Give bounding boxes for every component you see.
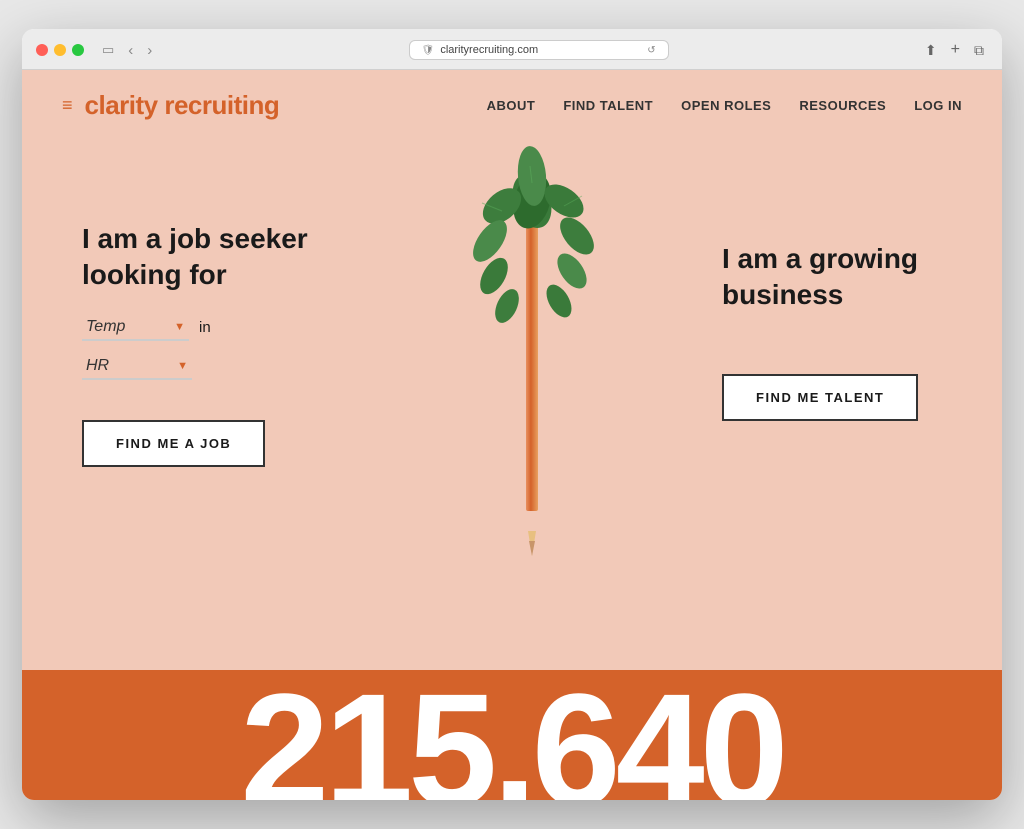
nav-open-roles[interactable]: OPEN ROLES xyxy=(681,98,771,113)
forward-button[interactable]: › xyxy=(143,40,156,61)
in-label: in xyxy=(199,319,211,336)
hero-left: I am a job seeker looking for Temp Perma… xyxy=(22,161,362,507)
window-button[interactable]: ▭ xyxy=(98,40,118,60)
stats-number: 215,640 xyxy=(240,670,783,800)
orange-section: 215,640 xyxy=(22,670,1002,800)
traffic-lights xyxy=(36,44,84,56)
share-button[interactable]: ⬆ xyxy=(921,40,941,61)
site-logo[interactable]: clarity recruiting xyxy=(85,90,280,121)
close-button[interactable] xyxy=(36,44,48,56)
hamburger-icon[interactable]: ≡ xyxy=(62,95,73,116)
hero-right: I am a growing business FIND ME TALENT xyxy=(702,161,1002,461)
browser-controls: ▭ ‹ › xyxy=(98,40,156,61)
hero-section: I am a job seeker looking for Temp Perma… xyxy=(22,141,1002,670)
minimize-button[interactable] xyxy=(54,44,66,56)
reload-icon[interactable]: ↺ xyxy=(647,45,655,56)
url-text: clarityrecruiting.com xyxy=(440,44,538,56)
address-bar[interactable]: 🛡 clarityrecruiting.com ↺ xyxy=(409,40,669,60)
job-field-select-wrapper: HR Finance Marketing Operations Technolo… xyxy=(82,353,192,380)
address-bar-container: 🛡 clarityrecruiting.com ↺ xyxy=(166,40,911,60)
site-wrapper: ≡ clarity recruiting ABOUT FIND TALENT O… xyxy=(22,70,1002,800)
hero-center xyxy=(362,161,702,561)
site-nav: ABOUT FIND TALENT OPEN ROLES RESOURCES L… xyxy=(487,98,962,113)
search-row-type: Temp Permanent Contract in xyxy=(82,314,362,341)
job-type-dropdown[interactable]: Temp Permanent Contract xyxy=(82,314,189,341)
add-tab-button[interactable]: + xyxy=(947,39,964,61)
browser-actions: ⬆ + ⧉ xyxy=(921,39,988,61)
job-field-dropdown[interactable]: HR Finance Marketing Operations Technolo… xyxy=(82,353,192,380)
site-header: ≡ clarity recruiting ABOUT FIND TALENT O… xyxy=(22,70,1002,141)
job-seeker-headline: I am a job seeker looking for xyxy=(82,221,362,294)
find-talent-button[interactable]: FIND ME TALENT xyxy=(722,374,918,421)
back-button[interactable]: ‹ xyxy=(124,40,137,61)
nav-find-talent[interactable]: FIND TALENT xyxy=(563,98,653,113)
search-row-field: HR Finance Marketing Operations Technolo… xyxy=(82,353,362,380)
browser-window: ▭ ‹ › 🛡 clarityrecruiting.com ↺ ⬆ + ⧉ ≡ … xyxy=(22,29,1002,800)
find-job-button[interactable]: FIND ME A JOB xyxy=(82,420,265,467)
tabs-button[interactable]: ⧉ xyxy=(970,40,988,61)
job-type-select-wrapper: Temp Permanent Contract xyxy=(82,314,189,341)
nav-resources[interactable]: RESOURCES xyxy=(799,98,886,113)
browser-chrome: ▭ ‹ › 🛡 clarityrecruiting.com ↺ ⬆ + ⧉ xyxy=(22,29,1002,70)
business-headline: I am a growing business xyxy=(722,241,962,314)
nav-about[interactable]: ABOUT xyxy=(487,98,536,113)
nav-login[interactable]: LOG IN xyxy=(914,98,962,113)
shield-icon: 🛡 xyxy=(422,45,435,56)
plant-svg xyxy=(422,141,642,561)
plant-illustration xyxy=(422,141,642,561)
maximize-button[interactable] xyxy=(72,44,84,56)
